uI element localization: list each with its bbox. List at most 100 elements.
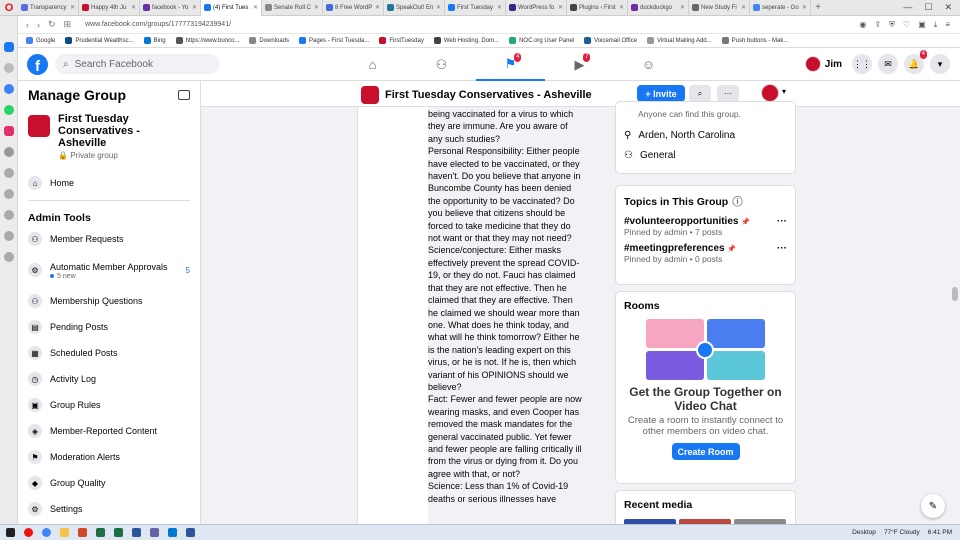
excel-taskbar-icon[interactable] bbox=[96, 528, 105, 537]
admin-item-member-requests[interactable]: ⚇ Member Requests bbox=[18, 226, 200, 252]
bookmark-item[interactable]: Virtual Mailing Add... bbox=[647, 37, 712, 44]
header-profile-avatar[interactable] bbox=[761, 84, 779, 102]
messenger-icon[interactable] bbox=[3, 84, 14, 94]
weather-widget[interactable]: 77°F Cloudy bbox=[884, 529, 920, 536]
nav-home-icon[interactable]: ⌂ bbox=[338, 48, 407, 81]
bookmark-item[interactable]: Prudential Wealthsc... bbox=[65, 37, 134, 44]
compose-edit-icon[interactable]: ✎ bbox=[921, 494, 945, 518]
download-icon[interactable]: ⤓ bbox=[934, 20, 938, 30]
instagram-icon[interactable] bbox=[3, 126, 14, 136]
heart-icon[interactable] bbox=[3, 189, 14, 199]
create-room-button[interactable]: Create Room bbox=[671, 443, 740, 460]
clock[interactable]: 6:41 PM bbox=[928, 529, 952, 536]
bookmark-item[interactable]: Downloads bbox=[249, 37, 289, 44]
admin-item-scheduled-posts[interactable]: ▦ Scheduled Posts bbox=[18, 340, 200, 366]
bookmark-item[interactable]: NOC.org User Panel bbox=[509, 37, 574, 44]
close-tab-icon[interactable]: ✕ bbox=[558, 4, 563, 11]
admin-item-membership-questions[interactable]: ⚇ Membership Questions bbox=[18, 288, 200, 314]
browser-tab[interactable]: 8 Free WordP ✕ bbox=[323, 0, 384, 16]
topic-options-icon[interactable]: ··· bbox=[777, 216, 787, 237]
admin-item-automatic-member-approvals[interactable]: ⚙ Automatic Member Approvals 5 new 5 bbox=[18, 252, 200, 288]
topic-item[interactable]: #meetingpreferences 📌 Pinned by admin • 0… bbox=[616, 240, 795, 267]
admin-item-activity-log[interactable]: ◷ Activity Log bbox=[18, 366, 200, 392]
group-search-icon[interactable]: ⌕ bbox=[689, 85, 711, 102]
browser-tab[interactable]: Plugins ‹ First ✕ bbox=[567, 0, 628, 16]
browser-tab[interactable]: Happy 4th Ju ✕ bbox=[79, 0, 140, 16]
explorer-taskbar-icon[interactable] bbox=[60, 528, 69, 537]
invite-button[interactable]: + Invite bbox=[637, 85, 685, 102]
admin-item-settings[interactable]: ⚙ Settings bbox=[18, 496, 200, 522]
powerpoint-taskbar-icon[interactable] bbox=[78, 528, 87, 537]
menu-grid-icon[interactable]: ⋮⋮ bbox=[852, 54, 872, 74]
facebook-logo-icon[interactable]: f bbox=[27, 53, 48, 75]
close-window-button[interactable]: ✕ bbox=[944, 2, 952, 13]
topic-options-icon[interactable]: ··· bbox=[777, 243, 787, 264]
adblock-icon[interactable]: ⛨ bbox=[889, 20, 895, 30]
close-tab-icon[interactable]: ✕ bbox=[253, 4, 258, 11]
url-field[interactable]: www.facebook.com/groups/177773194239941/ bbox=[85, 21, 231, 28]
close-tab-icon[interactable]: ✕ bbox=[436, 4, 441, 11]
teams-taskbar-icon[interactable] bbox=[150, 528, 159, 537]
whatsapp-icon[interactable] bbox=[3, 105, 14, 115]
back-icon[interactable]: ‹ bbox=[26, 20, 29, 30]
menu-home[interactable]: ⌂ Home bbox=[18, 170, 200, 196]
bookmark-heart-icon[interactable]: ♡ bbox=[903, 20, 910, 30]
close-tab-icon[interactable]: ✕ bbox=[192, 4, 197, 11]
group-title[interactable]: First Tuesday Conservatives - Asheville bbox=[361, 86, 592, 104]
bookmark-item[interactable]: FirstTuesday bbox=[379, 37, 424, 44]
bookmark-item[interactable]: Voicemail Office bbox=[584, 37, 637, 44]
account-caret-icon[interactable]: ▾ bbox=[930, 54, 950, 74]
admin-item-group-rules[interactable]: ▣ Group Rules bbox=[18, 392, 200, 418]
close-tab-icon[interactable]: ✕ bbox=[70, 4, 75, 11]
admin-item-pending-posts[interactable]: ▤ Pending Posts bbox=[18, 314, 200, 340]
browser-tab[interactable]: duckduckgo ✕ bbox=[628, 0, 689, 16]
search-input[interactable]: ⌕ Search Facebook bbox=[55, 54, 220, 74]
player-icon[interactable] bbox=[3, 147, 14, 157]
sidebar-settings-icon[interactable] bbox=[3, 252, 14, 262]
bookmark-item[interactable]: Google bbox=[26, 37, 55, 44]
maximize-button[interactable]: ☐ bbox=[924, 2, 932, 13]
page-scrollbar[interactable] bbox=[950, 107, 960, 524]
cube-icon[interactable] bbox=[3, 231, 14, 241]
messenger-button-icon[interactable]: ✉ bbox=[878, 54, 898, 74]
close-tab-icon[interactable]: ✕ bbox=[497, 4, 502, 11]
star-icon[interactable] bbox=[3, 63, 14, 73]
nav-watch-icon[interactable]: ▶ 7 bbox=[545, 48, 614, 81]
share-icon[interactable]: ⇪ bbox=[874, 20, 881, 30]
browser-tab[interactable]: WordPress fo ✕ bbox=[506, 0, 567, 16]
opera-logo-icon[interactable]: O bbox=[0, 0, 18, 16]
excel-taskbar-icon[interactable] bbox=[114, 528, 123, 537]
word-taskbar-icon[interactable] bbox=[186, 528, 195, 537]
forward-icon[interactable]: › bbox=[37, 20, 40, 30]
close-tab-icon[interactable]: ✕ bbox=[619, 4, 624, 11]
close-tab-icon[interactable]: ✕ bbox=[680, 4, 685, 11]
browser-tab[interactable]: SpeakOut! En ✕ bbox=[384, 0, 445, 16]
bookmark-item[interactable]: Bing bbox=[143, 37, 166, 44]
admin-item-group-quality[interactable]: ◆ Group Quality bbox=[18, 470, 200, 496]
notifications-bell-icon[interactable]: 🔔 4 bbox=[904, 50, 927, 74]
close-tab-icon[interactable]: ✕ bbox=[131, 4, 136, 11]
bookmark-item[interactable]: Web Hosting, Dom... bbox=[433, 37, 499, 44]
profile-link[interactable]: Jim bbox=[804, 56, 842, 72]
reload-icon[interactable]: ↻ bbox=[48, 19, 56, 30]
admin-item-member-reported-content[interactable]: ◈ Member-Reported Content bbox=[18, 418, 200, 444]
topic-name[interactable]: #meetingpreferences 📌 bbox=[624, 243, 736, 254]
minimize-button[interactable]: — bbox=[903, 2, 912, 13]
close-tab-icon[interactable]: ✕ bbox=[741, 4, 746, 11]
nav-friends-icon[interactable]: ⚇ bbox=[407, 48, 476, 81]
camera-icon[interactable]: ◉ bbox=[859, 20, 866, 30]
topic-name[interactable]: #volunteeropportunities 📌 bbox=[624, 216, 750, 227]
history-icon[interactable] bbox=[3, 210, 14, 220]
home-icon[interactable] bbox=[3, 42, 14, 52]
browser-tab[interactable]: First Tuesday ✕ bbox=[445, 0, 506, 16]
topic-item[interactable]: #volunteeropportunities 📌 Pinned by admin… bbox=[616, 213, 795, 240]
close-tab-icon[interactable]: ✕ bbox=[802, 4, 807, 11]
browser-tab[interactable]: Senate Roll C ✕ bbox=[262, 0, 323, 16]
info-icon[interactable]: ⓘ bbox=[732, 194, 743, 209]
browser-tab[interactable]: seperate - Go ✕ bbox=[750, 0, 811, 16]
browser-tab[interactable]: facebook - Yo ✕ bbox=[140, 0, 201, 16]
new-tab-button[interactable]: + bbox=[811, 2, 825, 13]
bookmark-item[interactable]: Push buttons - Mak... bbox=[721, 37, 788, 44]
more-options-icon[interactable]: ··· bbox=[717, 85, 739, 102]
admin-item-moderation-alerts[interactable]: ⚑ Moderation Alerts bbox=[18, 444, 200, 470]
